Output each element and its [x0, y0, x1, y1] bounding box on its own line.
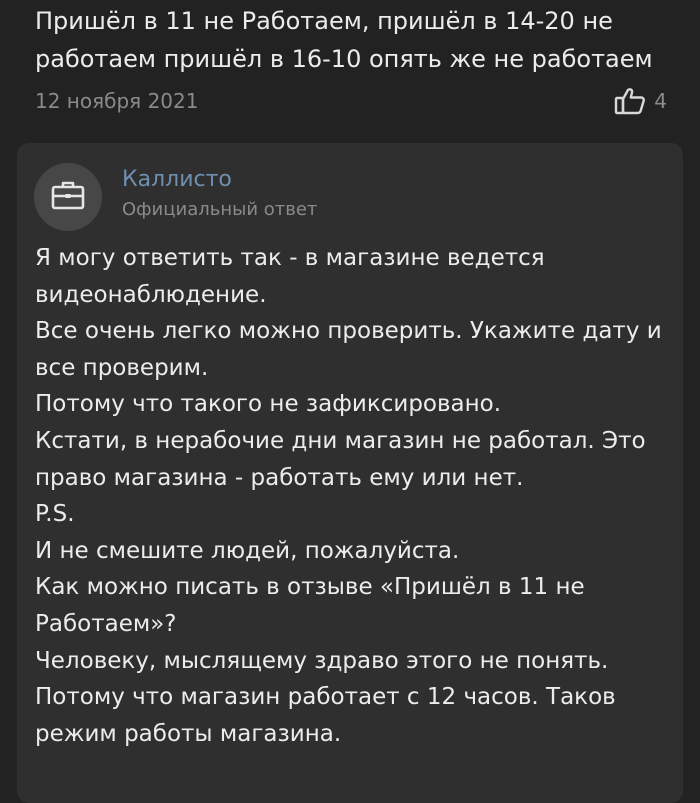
- answer-line: Потому что магазин работает с 12 часов. …: [35, 684, 616, 711]
- answer-line: все проверим.: [35, 354, 209, 381]
- answer-line: Работаем»?: [35, 610, 177, 637]
- answer-line: право магазина - работать ему или нет.: [35, 464, 524, 491]
- answer-line: Кстати, в нерабочие дни магазин не работ…: [35, 427, 646, 454]
- answer-line: P.S.: [35, 501, 75, 528]
- answer-line: видеонаблюдение.: [35, 281, 267, 308]
- answer-line: И не смешите людей, пожалуйста.: [35, 537, 460, 564]
- review-text: Пришёл в 11 не Работаем, пришёл в 14-20 …: [35, 7, 653, 73]
- review-date: 12 ноября 2021: [35, 89, 199, 113]
- author-role: Официальный ответ: [122, 199, 318, 220]
- answer-line: режим работы магазина.: [35, 720, 342, 747]
- avatar: [34, 163, 102, 231]
- answer-line: Человеку, мыслящему здраво этого не поня…: [35, 647, 609, 674]
- like-button[interactable]: 4: [614, 86, 667, 116]
- review-meta: 12 ноября 2021 4: [35, 86, 667, 116]
- briefcase-icon: [51, 180, 85, 214]
- answer-text: Я могу ответить так - в магазине ведется…: [35, 240, 675, 752]
- answer-line: Как можно писать в отзыве «Пришёл в 11 н…: [35, 574, 585, 601]
- answer-line: Потому что такого не зафиксировано.: [35, 391, 502, 418]
- answer-line: Я могу ответить так - в магазине ведется: [35, 245, 545, 271]
- author-name[interactable]: Каллисто: [122, 165, 232, 195]
- like-count: 4: [654, 89, 667, 113]
- thumbs-up-icon: [614, 87, 646, 115]
- answer-line: Все очень легко можно проверить. Укажите…: [35, 318, 662, 345]
- official-answer-card: Каллисто Официальный ответ Я могу ответи…: [17, 143, 683, 803]
